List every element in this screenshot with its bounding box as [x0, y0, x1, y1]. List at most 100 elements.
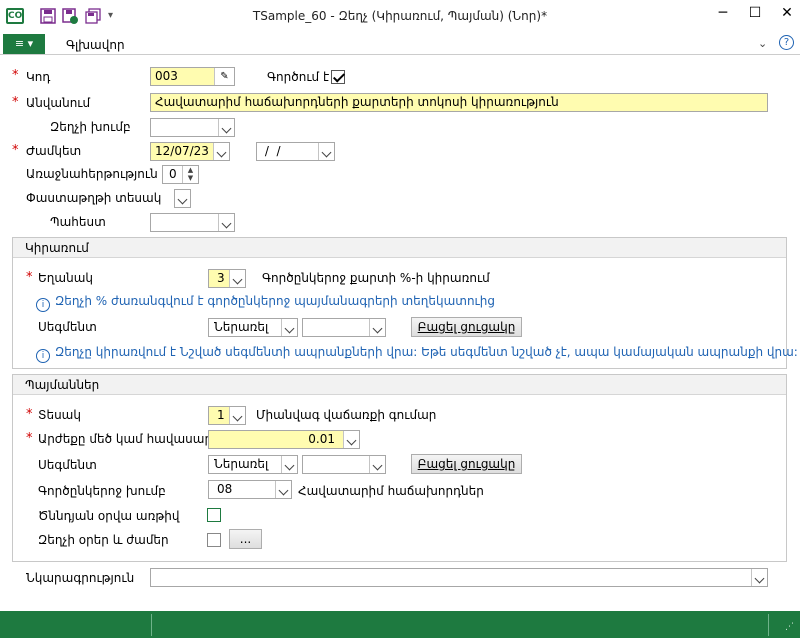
conditions-group-header: Պայմաններ	[13, 375, 786, 395]
chevron-down-icon[interactable]	[369, 456, 385, 473]
chevron-down-icon[interactable]	[281, 456, 297, 473]
condition-open-list-label: Բացել ցուցակը	[417, 457, 516, 471]
chevron-down-icon[interactable]	[281, 319, 297, 336]
status-separator	[768, 614, 769, 636]
apply-info-1-text: Զեղչի % ժառանգվում է գործընկերոջ պայմանա…	[55, 294, 495, 308]
apply-segment-select[interactable]	[302, 318, 386, 337]
help-icon[interactable]: ?	[779, 35, 794, 50]
tab-home[interactable]: Գլխավոր	[66, 38, 125, 52]
save-close-icon[interactable]	[62, 8, 78, 24]
discount-group-label: Զեղչի խումբ	[50, 120, 131, 134]
apply-open-list-button[interactable]: Բացել ցուցակը	[411, 317, 522, 337]
partner-group-value: 08	[217, 482, 233, 496]
status-separator	[151, 614, 152, 636]
days-ellipsis-button[interactable]: ...	[229, 529, 262, 549]
spinner-arrows-icon[interactable]: ▲ ▼	[182, 166, 198, 183]
apply-method-text: Գործընկերոջ քարտի %-ի կիրառում	[262, 271, 490, 285]
priority-value: 0	[169, 167, 177, 181]
doc-type-label: Փաստաթղթի տեսակ	[26, 191, 162, 205]
period-label: Ժամկետ	[26, 144, 82, 158]
apply-open-list-label: Բացել ցուցակը	[417, 320, 516, 334]
apply-info-2: i Զեղչը կիրառվում է Նշված սեգմենտի ապրանք…	[36, 345, 798, 363]
apply-segment-mode-select[interactable]: Ներառել	[208, 318, 298, 337]
chevron-down-icon[interactable]	[229, 407, 245, 424]
close-button[interactable]: ✕	[770, 0, 800, 28]
code-label: Կոդ	[26, 70, 51, 84]
period-from-input[interactable]: 12/07/23	[150, 142, 230, 161]
condition-segment-mode-value: Ներառել	[214, 457, 269, 471]
period-to-input[interactable]: / /	[256, 142, 335, 161]
info-icon: i	[36, 349, 50, 363]
active-label: Գործում է	[267, 70, 330, 84]
file-menu-button[interactable]: ≡ ▾	[3, 34, 45, 54]
amount-label: Արժեքը մեծ կամ հավասար է	[38, 432, 223, 446]
condition-open-list-button[interactable]: Բացել ցուցակը	[411, 454, 522, 474]
chevron-down-icon[interactable]	[318, 143, 334, 160]
condition-segment-mode-select[interactable]: Ներառել	[208, 455, 298, 474]
code-input[interactable]: 003 ✎	[150, 67, 235, 86]
condition-type-value: 1	[217, 408, 225, 422]
chevron-down-icon[interactable]	[218, 214, 234, 231]
apply-group-header: Կիրառում	[13, 238, 786, 258]
days-checkbox[interactable]	[207, 533, 221, 547]
required-marker: *	[12, 143, 19, 158]
collapse-ribbon-icon[interactable]: ⌄	[758, 37, 767, 50]
apply-method-label: Եղանակ	[38, 271, 93, 285]
minimize-button[interactable]: ─	[706, 0, 740, 28]
chevron-down-icon[interactable]	[175, 190, 190, 207]
active-checkbox[interactable]	[331, 70, 345, 84]
days-label: Զեղչի օրեր և ժամեր	[38, 533, 169, 547]
condition-segment-select[interactable]	[302, 455, 386, 474]
code-value: 003	[155, 69, 178, 83]
save-copy-icon[interactable]	[85, 8, 101, 24]
warehouse-label: Պահեստ	[50, 215, 106, 229]
info-icon: i	[36, 298, 50, 312]
discount-group-select[interactable]	[150, 118, 235, 137]
birthday-checkbox[interactable]	[207, 508, 221, 522]
required-marker: *	[26, 270, 33, 285]
apply-method-value: 3	[217, 271, 225, 285]
apply-info-2-text: Զեղչը կիրառվում է Նշված սեգմենտի ապրանքն…	[55, 345, 798, 359]
chevron-down-icon[interactable]	[369, 319, 385, 336]
amount-value: 0.01	[308, 432, 335, 446]
warehouse-select[interactable]	[150, 213, 235, 232]
customize-icon[interactable]: ▾	[108, 8, 124, 24]
chevron-down-icon[interactable]	[229, 270, 245, 287]
status-bar	[0, 611, 800, 638]
period-to-value: / /	[261, 144, 285, 158]
required-marker: *	[12, 68, 19, 83]
menu-icon: ≡	[14, 37, 25, 50]
required-marker: *	[12, 95, 19, 110]
description-select[interactable]	[150, 568, 768, 587]
maximize-button[interactable]: ☐	[738, 0, 772, 28]
apply-segment-mode-value: Ներառել	[214, 320, 269, 334]
partner-group-text: Հավատարիմ հաճախորդներ	[298, 484, 484, 498]
partner-group-select[interactable]: 08	[208, 480, 292, 499]
condition-type-select[interactable]: 1	[208, 406, 246, 425]
chevron-down-icon[interactable]	[343, 431, 359, 448]
period-from-value: 12/07/23	[155, 144, 209, 158]
name-input[interactable]: Հավատարիմ հաճախորդների քարտերի տոկոսի կի…	[150, 93, 768, 112]
priority-spinner[interactable]: 0 ▲ ▼	[162, 165, 199, 184]
chevron-down-icon[interactable]	[275, 481, 291, 498]
required-marker: *	[26, 431, 33, 446]
apply-method-select[interactable]: 3	[208, 269, 246, 288]
apply-segment-label: Սեգմենտ	[38, 320, 97, 334]
generate-code-icon[interactable]: ✎	[214, 68, 234, 85]
birthday-label: Ծննդյան օրվա առթիվ	[38, 509, 180, 523]
condition-segment-label: Սեգմենտ	[38, 458, 97, 472]
chevron-down-icon[interactable]	[218, 119, 234, 136]
chevron-down-icon[interactable]	[213, 143, 229, 160]
doc-type-select[interactable]	[174, 189, 191, 208]
apply-info-1: i Զեղչի % ժառանգվում է գործընկերոջ պայման…	[36, 294, 495, 312]
description-label: Նկարագրություն	[26, 571, 135, 585]
priority-label: Առաջնահերթություն	[26, 167, 158, 181]
resize-grip-icon[interactable]: ⋰	[785, 622, 794, 632]
partner-group-label: Գործընկերոջ խումբ	[38, 484, 166, 498]
save-icon[interactable]	[40, 8, 56, 24]
required-marker: *	[26, 407, 33, 422]
condition-type-text: Միանվագ վաճառքի գումար	[256, 408, 437, 422]
amount-input[interactable]: 0.01	[208, 430, 360, 449]
chevron-down-icon[interactable]	[751, 569, 767, 586]
name-label: Անվանում	[26, 96, 91, 110]
